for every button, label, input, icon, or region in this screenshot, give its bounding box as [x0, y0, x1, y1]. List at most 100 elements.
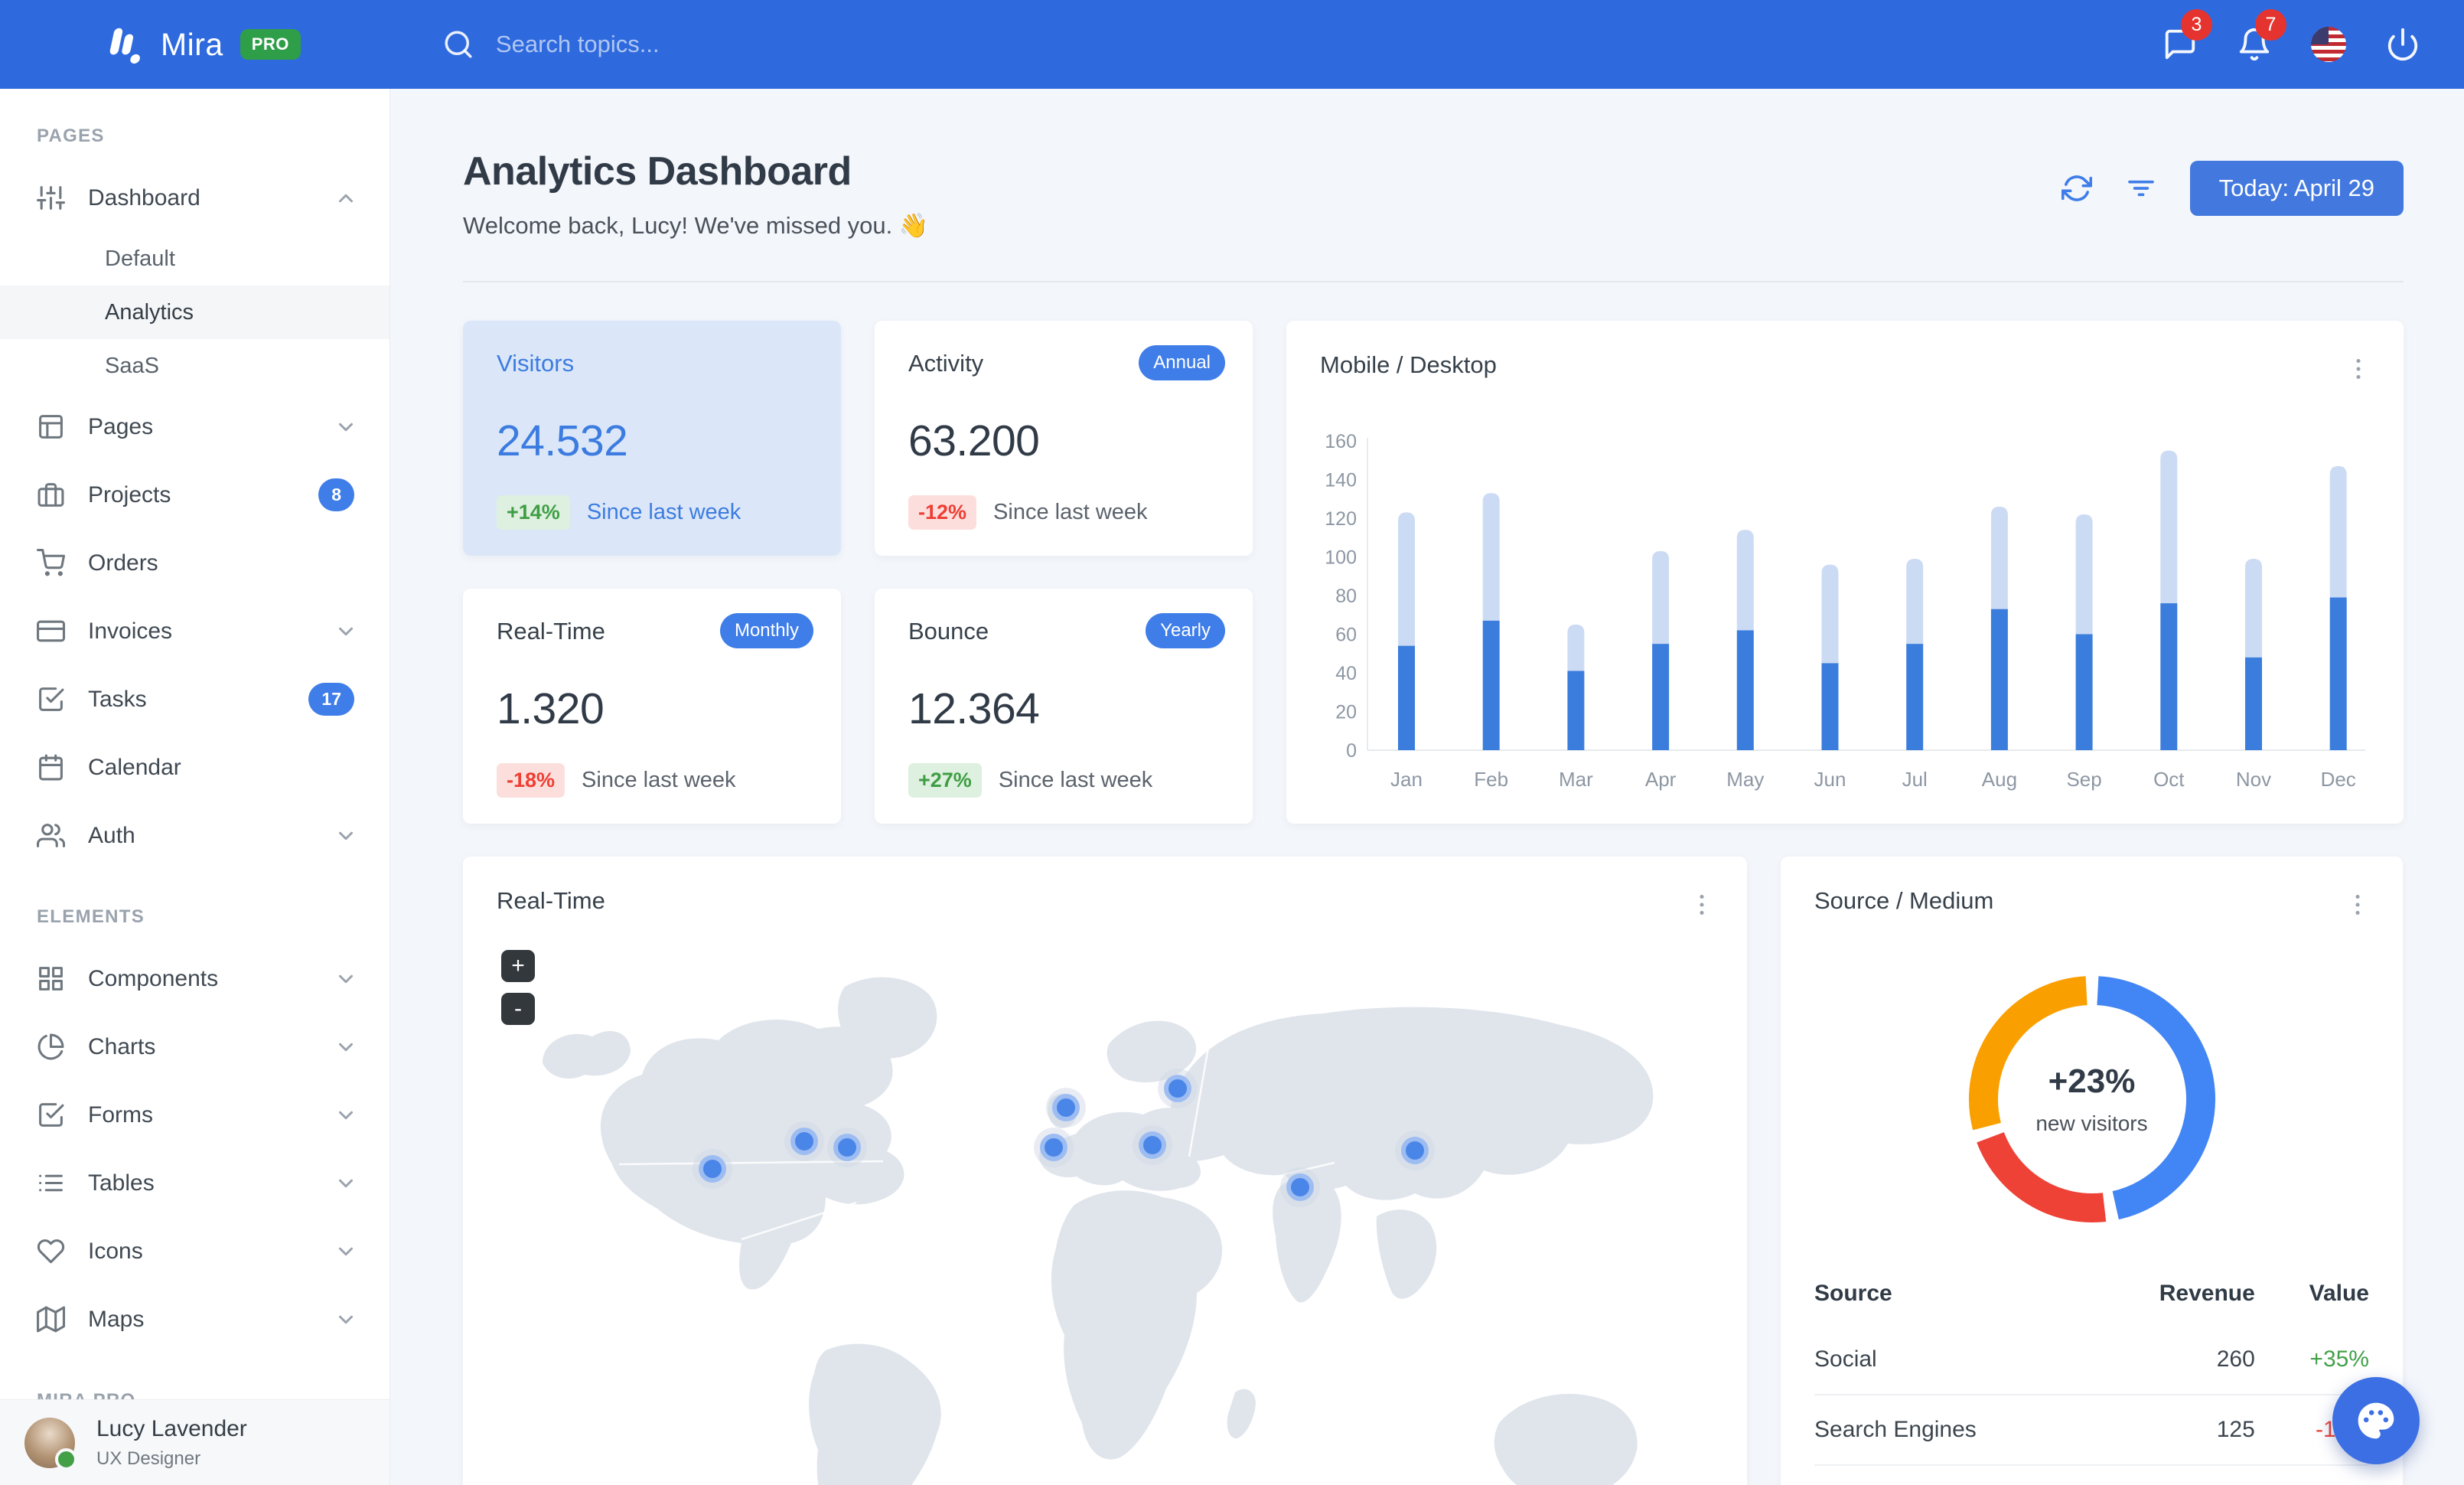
sidebar-item-maps[interactable]: Maps [0, 1285, 389, 1353]
sidebar-item-forms[interactable]: Forms [0, 1081, 389, 1149]
check-square-icon [39, 687, 64, 711]
sidebar-nav: PAGES Dashboard Default Analytics SaaS Pages P… [0, 89, 389, 1428]
cart-icon [37, 549, 65, 576]
sidebar-item-dashboard[interactable]: Dashboard [0, 164, 389, 232]
sidebar-item-tasks[interactable]: Tasks 17 [0, 665, 389, 733]
theme-settings-button[interactable] [2332, 1377, 2420, 1464]
search-input[interactable] [495, 31, 909, 58]
stat-period-badge[interactable]: Monthly [719, 613, 813, 648]
pro-badge: PRO [240, 29, 301, 60]
kebab-icon [2356, 358, 2361, 380]
sidebar-subitem-default[interactable]: Default [0, 232, 389, 286]
stat-card-real-time: Real-Time Monthly 1.320 -18% Since last week [463, 589, 841, 824]
heart-icon [37, 1239, 65, 1264]
value-cell: +46% [2268, 1464, 2369, 1485]
header-actions: Today: April 29 [2061, 161, 2404, 216]
stat-note: Since last week [586, 500, 741, 524]
refresh-icon [2061, 175, 2092, 201]
sidebar-item-invoices[interactable]: Invoices [0, 597, 389, 665]
filter-icon [2127, 180, 2154, 197]
sidebar-item-calendar[interactable]: Calendar [0, 733, 389, 801]
sidebar-item-label: Projects [88, 481, 171, 508]
header-divider [463, 281, 2404, 282]
map-title: Real-Time [497, 887, 605, 914]
credit-card-icon [37, 620, 65, 642]
zoom-out-button[interactable]: - [501, 993, 535, 1025]
kebab-icon [2355, 894, 2360, 915]
sidebar-count-badge: 17 [308, 683, 354, 716]
svg-text:Jul: Jul [1902, 768, 1928, 791]
page-header: Analytics Dashboard Welcome back, Lucy! … [463, 148, 2404, 240]
svg-text:60: 60 [1335, 625, 1357, 646]
language-button[interactable] [2291, 0, 2365, 89]
map-menu-button[interactable] [1686, 887, 1718, 922]
sidebar-subitem-analytics[interactable]: Analytics [0, 286, 389, 339]
map-marker[interactable] [784, 1121, 824, 1161]
sidebar-item-icons[interactable]: Icons [0, 1217, 389, 1285]
user-name: Lucy Lavender [96, 1416, 247, 1441]
sidebar-item-orders[interactable]: Orders [0, 529, 389, 597]
sidebar-subitem-saas[interactable]: SaaS [0, 339, 389, 393]
chev-down-icon [339, 1315, 353, 1323]
map-marker[interactable] [1133, 1125, 1172, 1165]
stat-card-bounce: Bounce Yearly 12.364 +27% Since last week [875, 589, 1253, 824]
chev-down-icon [339, 1111, 353, 1119]
sidebar-item-tables[interactable]: Tables [0, 1149, 389, 1217]
map-marker[interactable] [1395, 1131, 1435, 1170]
chev-down-icon [339, 423, 353, 431]
chev-down-icon [339, 1247, 353, 1255]
stat-period-badge[interactable]: Yearly [1146, 613, 1225, 648]
sidebar-item-label: Orders [88, 550, 158, 576]
sidebar-count-badge: 8 [318, 478, 354, 511]
sidebar-item-label: Forms [88, 1102, 153, 1128]
svg-text:Apr: Apr [1645, 768, 1677, 791]
sidebar-item-auth[interactable]: Auth [0, 801, 389, 870]
today-button[interactable]: Today: April 29 [2189, 161, 2404, 216]
chev-down-icon [339, 627, 353, 635]
map-marker[interactable] [1158, 1069, 1198, 1108]
messages-button[interactable]: 3 [2143, 0, 2217, 89]
sidebar-item-label: Tasks [88, 686, 147, 712]
zoom-in-button[interactable]: + [501, 950, 535, 982]
map-marker[interactable] [693, 1149, 732, 1189]
revenue-cell: 260 [2216, 1346, 2255, 1372]
sidebar-item-label: Invoices [88, 618, 173, 644]
map-marker[interactable] [827, 1128, 867, 1167]
mobile-desktop-bar-chart: 0 20 40 60 80 100 120 140 160 Jan Feb Mar Apr May Jun J… [1320, 411, 2370, 801]
notifications-button[interactable]: 7 [2217, 0, 2291, 89]
messages-badge: 3 [2181, 9, 2212, 41]
user-avatar [24, 1417, 77, 1470]
check-square-icon [39, 1103, 64, 1127]
briefcase-icon [37, 483, 64, 507]
user-role: UX Designer [96, 1448, 201, 1469]
stat-period-badge[interactable]: Annual [1139, 345, 1225, 380]
source-cell: Search Engines [1814, 1394, 2086, 1465]
sidebar-item-pages[interactable]: Pages [0, 393, 389, 461]
refresh-button[interactable] [2061, 173, 2092, 204]
table-header: Value [2309, 1281, 2369, 1306]
sidebar-item-label: Maps [88, 1306, 145, 1332]
sidebar-user[interactable]: Lucy Lavender UX Designer [0, 1399, 389, 1485]
chart-menu-button[interactable] [2342, 351, 2374, 387]
notifications-badge: 7 [2255, 9, 2286, 41]
brand-logo[interactable]: Mira PRO [99, 22, 301, 67]
source-menu-button[interactable] [2342, 887, 2374, 922]
filter-button[interactable] [2126, 173, 2156, 204]
layout-icon [39, 415, 63, 439]
navbar-search [442, 28, 909, 60]
sidebar-item-charts[interactable]: Charts [0, 1013, 389, 1081]
sidebar-item-components[interactable]: Components [0, 945, 389, 1013]
sidebar-section-header: ELEMENTS [37, 906, 145, 927]
sidebar-item-projects[interactable]: Projects 8 [0, 461, 389, 529]
donut-center-label: +23% new visitors [1958, 965, 2226, 1233]
map-marker[interactable] [1280, 1167, 1320, 1207]
stat-note: Since last week [582, 768, 736, 792]
source-donut-chart: +23% new visitors [1958, 965, 2226, 1233]
revenue-cell: 125 [2085, 1394, 2269, 1465]
kebab-icon [1700, 894, 1704, 915]
map-marker[interactable] [1034, 1128, 1074, 1167]
signout-button[interactable] [2365, 0, 2440, 89]
map-marker[interactable] [1046, 1088, 1086, 1128]
svg-text:Jan: Jan [1390, 768, 1423, 791]
svg-text:100: 100 [1325, 547, 1357, 569]
